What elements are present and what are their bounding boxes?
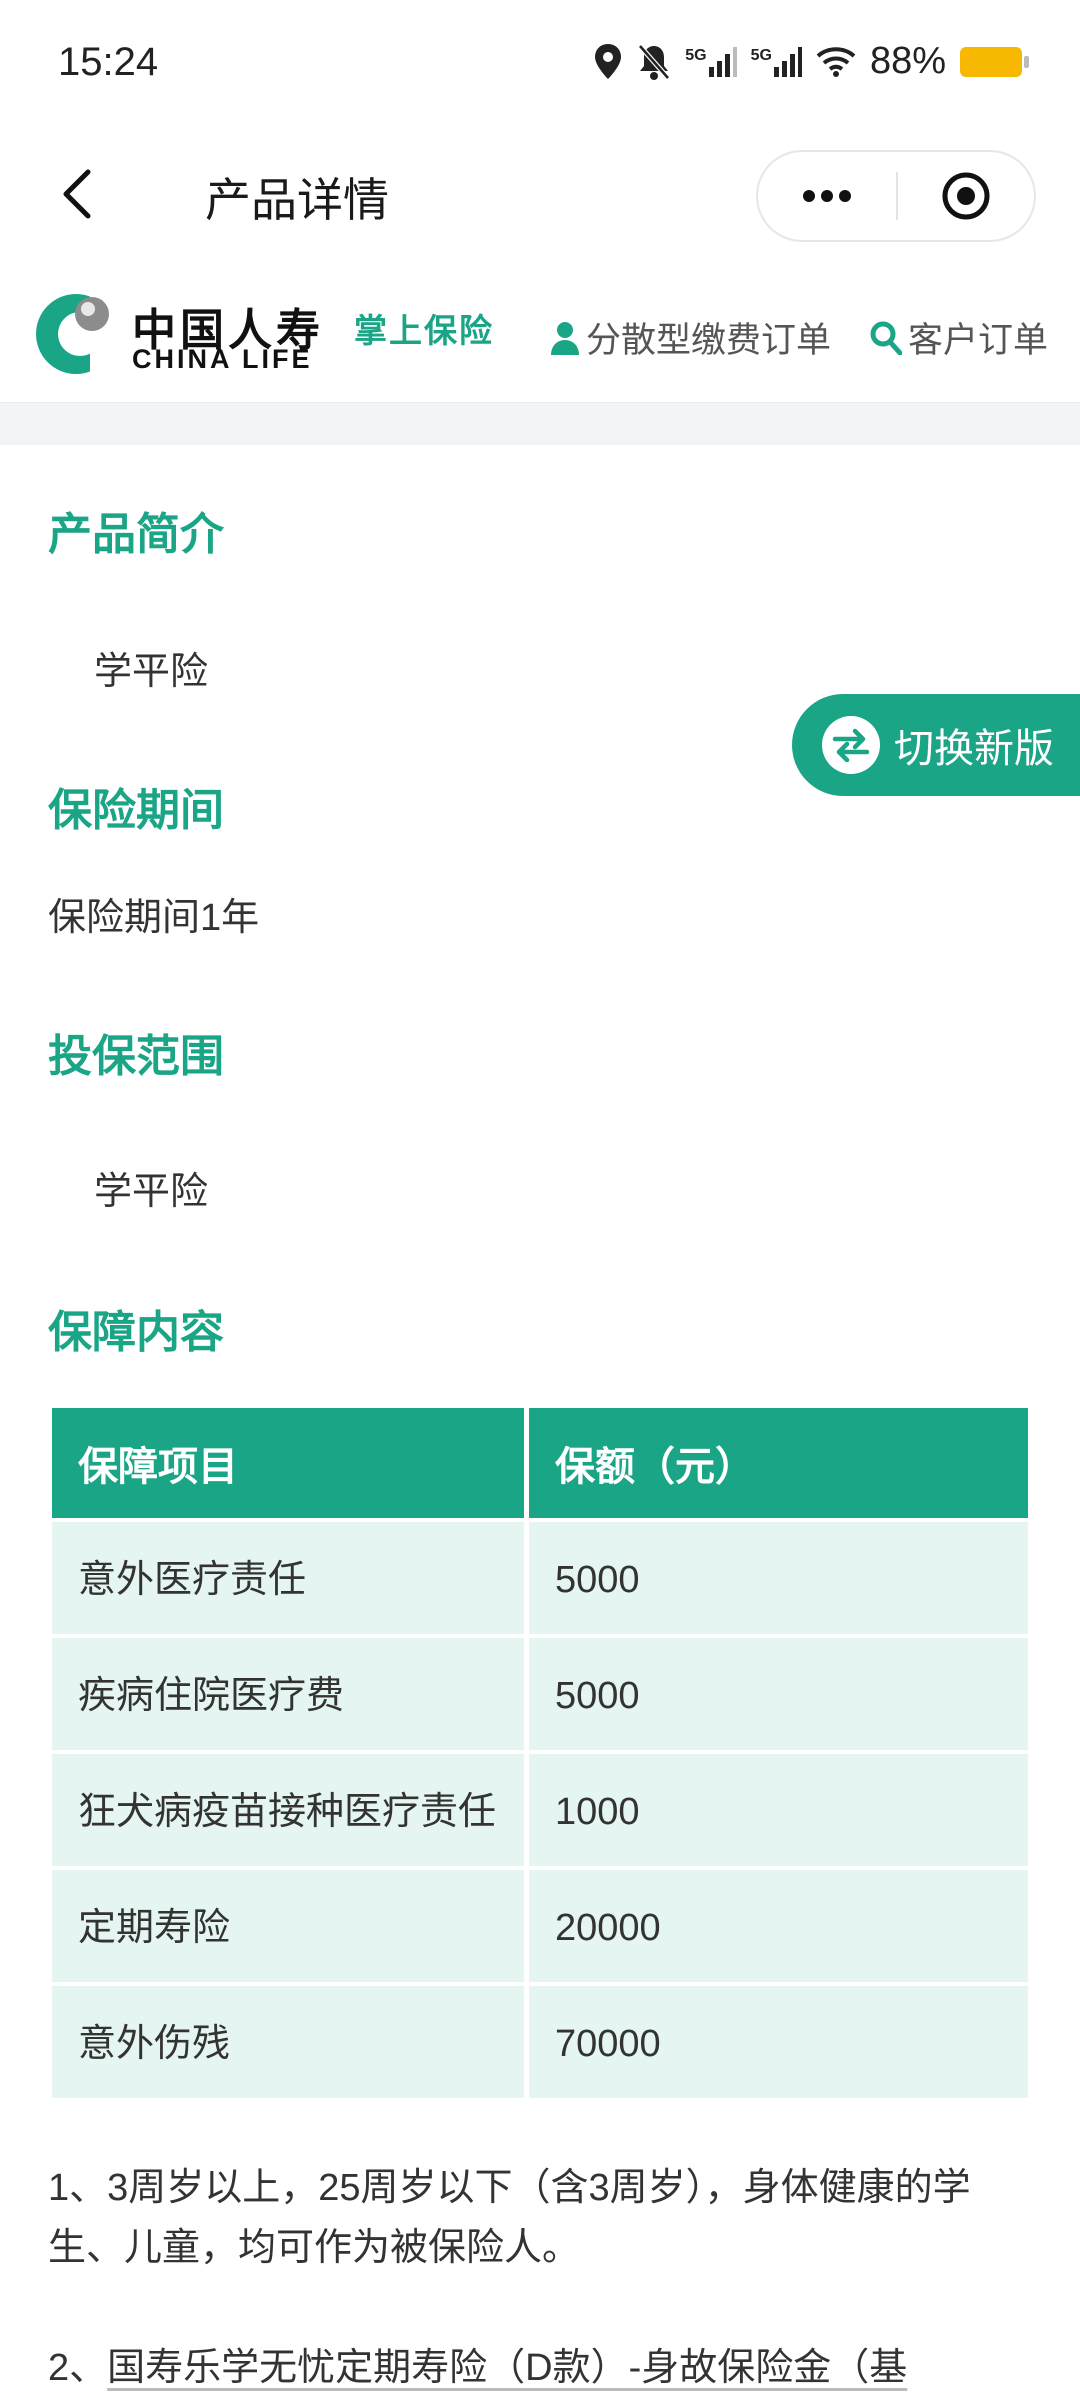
customer-orders-link[interactable]: 客户订单 (870, 312, 1048, 363)
signal-bars-icon (773, 46, 802, 77)
mute-bell-icon (638, 43, 671, 80)
brand-bar: 中国人寿 CHINA LIFE 掌上保险 分散型缴费订单 客户订单 (0, 270, 1080, 400)
location-icon (595, 43, 622, 79)
close-miniprogram-button[interactable] (898, 152, 1034, 240)
signal-5g-2: 5G (750, 46, 802, 77)
period-text: 保险期间1年 (48, 897, 260, 939)
installment-orders-link[interactable]: 分散型缴费订单 (550, 312, 831, 363)
miniprogram-capsule (756, 150, 1036, 242)
switch-version-button[interactable]: 切换新版 (792, 694, 1080, 796)
note-2-link[interactable]: 国寿乐学无忧定期寿险（D款）-身故保险金（基 (107, 2347, 907, 2389)
back-button[interactable] (48, 162, 112, 226)
coverage-table: 保障项目 保额（元） 意外医疗责任 5000 疾病住院医疗费 5000 狂犬病疫… (52, 1404, 1028, 2102)
installment-orders-label: 分散型缴费订单 (586, 321, 832, 360)
table-row: 疾病住院医疗费 5000 (52, 1638, 1028, 1750)
coverage-item: 定期寿险 (52, 1870, 529, 1982)
status-bar: 15:24 5G 5G 88% (0, 0, 1080, 130)
status-icons: 5G 5G 88% (593, 40, 1029, 83)
coverage-amount: 20000 (529, 1870, 1028, 1982)
coverage-item: 疾病住院医疗费 (52, 1638, 529, 1750)
table-header-row: 保障项目 保额（元） (52, 1408, 1028, 1518)
header-separator (0, 402, 1080, 445)
target-close-icon (942, 172, 990, 220)
section-title-period: 保险期间 (48, 786, 224, 835)
switch-version-label: 切换新版 (894, 727, 1054, 771)
search-icon (870, 321, 902, 355)
signal-5g-1: 5G (685, 46, 737, 77)
note-2: 2、国寿乐学无忧定期寿险（D款）-身故保险金（基 (48, 2338, 1038, 2398)
coverage-amount: 5000 (529, 1522, 1028, 1634)
section-title-coverage: 保障内容 (48, 1308, 224, 1357)
note-2-prefix: 2、 (48, 2347, 108, 2389)
user-icon (551, 321, 579, 355)
table-row: 意外医疗责任 5000 (52, 1522, 1028, 1634)
table-row: 定期寿险 20000 (52, 1870, 1028, 1982)
signal-bars-icon (708, 46, 737, 77)
more-button[interactable] (758, 152, 896, 240)
signal1-label: 5G (685, 46, 707, 64)
nav-header: 产品详情 (0, 140, 1080, 250)
wifi-icon (816, 46, 856, 77)
battery-icon (960, 46, 1029, 77)
table-header-amount: 保额（元） (529, 1408, 1028, 1518)
battery-percent: 88% (869, 40, 946, 82)
coverage-amount: 70000 (529, 1986, 1028, 2098)
table-header-item: 保障项目 (52, 1408, 529, 1518)
more-dots-icon (803, 190, 851, 202)
coverage-item: 意外伤残 (52, 1986, 529, 2098)
coverage-item: 狂犬病疫苗接种医疗责任 (52, 1754, 529, 1866)
table-row: 狂犬病疫苗接种医疗责任 1000 (52, 1754, 1028, 1866)
china-life-logo-icon (36, 292, 118, 376)
swap-icon (822, 716, 880, 774)
intro-text: 学平险 (94, 651, 209, 693)
note-1: 1、3周岁以上，25周岁以下（含3周岁），身体健康的学生、儿童，均可作为被保险人… (48, 2167, 971, 2269)
chevron-left-icon (63, 169, 91, 219)
table-row: 意外伤残 70000 (52, 1986, 1028, 2098)
customer-orders-label: 客户订单 (908, 321, 1049, 360)
brand-name-en: CHINA LIFE (132, 344, 313, 374)
status-time: 15:24 (58, 40, 159, 84)
coverage-amount: 5000 (529, 1638, 1028, 1750)
signal2-label: 5G (750, 46, 772, 64)
page-title: 产品详情 (205, 174, 389, 226)
section-title-intro: 产品简介 (48, 510, 224, 559)
scope-text: 学平险 (94, 1171, 209, 1213)
brand-slogan: 掌上保险 (354, 312, 494, 349)
coverage-item: 意外医疗责任 (52, 1522, 529, 1634)
section-title-scope: 投保范围 (48, 1032, 224, 1081)
coverage-amount: 1000 (529, 1754, 1028, 1866)
